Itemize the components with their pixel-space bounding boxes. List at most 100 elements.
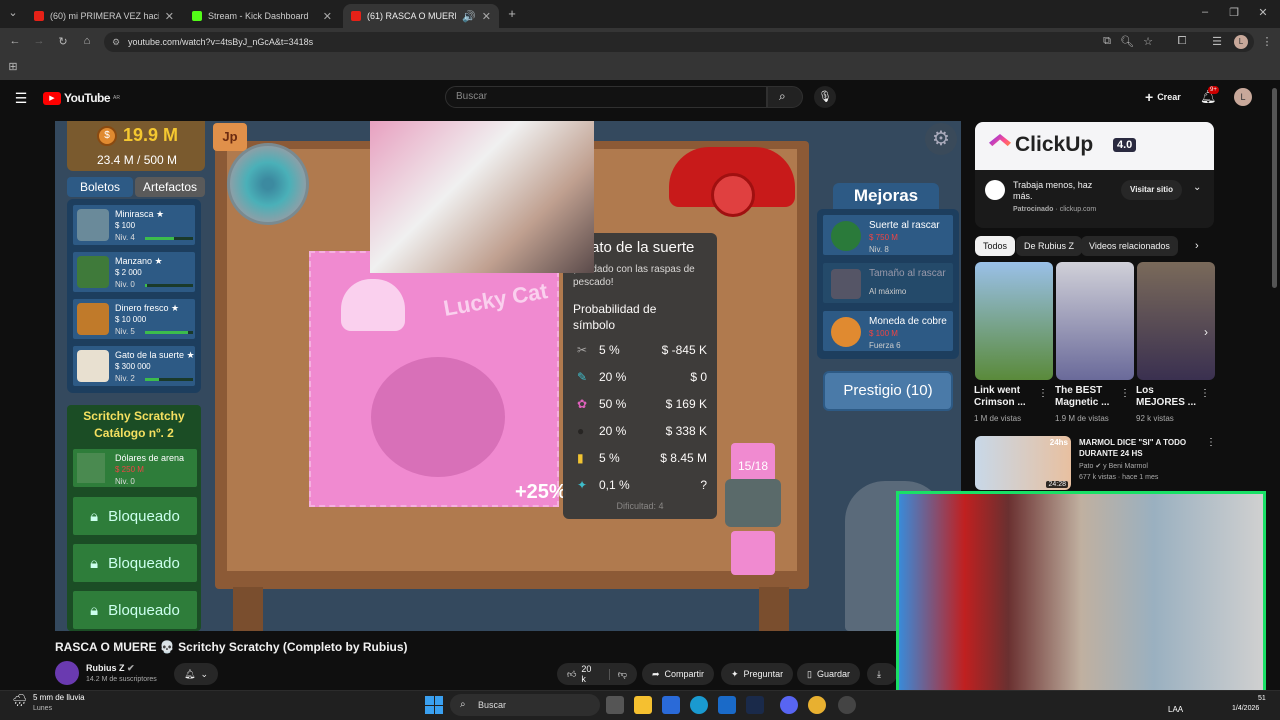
thumbs-down-icon[interactable]: 👎︎ [608, 668, 627, 680]
chevron-down-icon[interactable]: ⌄ [1193, 182, 1201, 193]
close-icon[interactable]: ✕ [323, 10, 332, 23]
like-button[interactable]: 👍︎ 20 k 👎︎ [557, 663, 637, 685]
steam-icon[interactable] [746, 696, 764, 714]
audio-icon[interactable]: 🔊 [462, 10, 476, 23]
notifications-button[interactable]: 🔔︎ 9+ [1200, 86, 1219, 105]
shop-item-manzano[interactable]: Manzano ★ $ 2 000 Niv. 0 [71, 250, 197, 294]
ask-button[interactable]: ✦ Preguntar [721, 663, 794, 685]
window-close-icon[interactable]: ✕ [1254, 6, 1272, 19]
rec-title[interactable]: The BEST Magnetic ... [1055, 385, 1119, 409]
app-icon[interactable] [838, 696, 856, 714]
menu-dots-icon[interactable]: ⋮ [1258, 35, 1276, 48]
edge-icon[interactable] [690, 696, 708, 714]
tab-list-icon[interactable]: ☰ [1208, 35, 1226, 48]
language-indicator[interactable]: LAA [1168, 705, 1183, 714]
close-icon[interactable]: ✕ [165, 10, 174, 23]
gear-icon[interactable]: ⚙ [925, 123, 957, 155]
locked-slot[interactable]: 🔒︎ Bloqueado [71, 589, 199, 631]
upgrade-tamano[interactable]: Tamaño al rascar Al máximo [821, 261, 955, 305]
hamburger-menu-icon[interactable]: ☰ [12, 90, 30, 107]
shop-item-dinero-fresco[interactable]: Dinero fresco ★ $ 10 000 Niv. 5 [71, 297, 197, 341]
upgrade-moneda[interactable]: Moneda de cobre $ 100 M Fuerza 6 [821, 309, 955, 353]
close-icon[interactable]: ✕ [482, 10, 491, 23]
scratch-area[interactable] [371, 357, 505, 477]
maximize-icon[interactable]: ❐ [1225, 6, 1243, 19]
download-button[interactable]: ⤓ [867, 663, 897, 685]
next-card[interactable] [731, 531, 775, 575]
chevron-right-icon[interactable]: › [1195, 240, 1199, 252]
prestige-button[interactable]: Prestigio (10) [823, 371, 953, 411]
more-icon[interactable]: ⋮ [1120, 388, 1130, 399]
profile-avatar[interactable]: L [1234, 35, 1248, 49]
channel-name-row[interactable]: Rubius Z ✔ [86, 663, 135, 674]
shop-item-gato-de-la-suerte[interactable]: Gato de la suerte ★ $ 300 000 Niv. 2 [71, 344, 197, 388]
ms-store-icon[interactable] [662, 696, 680, 714]
task-view-icon[interactable] [606, 696, 624, 714]
share-button[interactable]: ➦ Compartir [642, 663, 715, 685]
tab-artifacts[interactable]: Artefactos [135, 177, 205, 197]
extensions-icon[interactable]: ⧠ [1173, 35, 1191, 48]
address-bar[interactable]: ⚙ youtube.com/watch?v=4tsByJ_nGcA&t=3418… [104, 32, 1254, 52]
chip-all[interactable]: Todos [975, 236, 1016, 256]
browser-tab-2[interactable]: Stream - Kick Dashboard ✕ [184, 4, 340, 28]
home-icon[interactable]: ⌂ [78, 35, 96, 47]
save-button[interactable]: ▯ Guardar [797, 663, 860, 685]
file-explorer-icon[interactable] [634, 696, 652, 714]
voice-search-button[interactable]: 🎙︎ [814, 86, 836, 108]
rec-title[interactable]: Los MEJORES ... [1136, 385, 1200, 409]
more-icon[interactable]: ⋮ [1038, 388, 1048, 399]
tab-search-icon[interactable]: ⌄ [4, 6, 22, 19]
page-scrollbar[interactable] [1272, 88, 1277, 288]
weather-icon[interactable]: 🌧︎ [12, 693, 27, 707]
tab-tickets[interactable]: Boletos [67, 177, 133, 197]
chip-from-channel[interactable]: De Rubius Z [1016, 236, 1083, 256]
account-avatar[interactable]: L [1234, 88, 1252, 106]
discord-icon[interactable] [780, 696, 798, 714]
locked-slot[interactable]: 🔒︎ Bloqueado [71, 542, 199, 584]
chrome-icon[interactable] [808, 696, 826, 714]
search-input[interactable]: Buscar [445, 86, 767, 108]
subscribe-bell-button[interactable]: 🔔︎ ⌄ [174, 663, 218, 685]
ad-banner[interactable]: ClickUp 4.0 [975, 122, 1214, 170]
zoom-icon[interactable]: 🔍︎ [1118, 35, 1136, 48]
rec-wide-title[interactable]: MARMOL DICE "SI" A TODO DURANTE 24 HS [1079, 437, 1199, 459]
minimize-icon[interactable]: – [1196, 6, 1214, 18]
chevron-right-icon[interactable]: › [1204, 325, 1208, 339]
clock-time[interactable]: 51 [1258, 695, 1266, 702]
reload-icon[interactable]: ↻ [54, 35, 72, 48]
back-icon[interactable]: ← [6, 35, 24, 47]
clock-date[interactable]: 1/4/2026 [1232, 705, 1259, 712]
site-info-icon[interactable]: ⚙ [112, 32, 120, 52]
mail-icon[interactable] [718, 696, 736, 714]
rec-wide-thumbnail[interactable]: 24hs 24:28 [975, 436, 1071, 490]
fan-icon[interactable] [227, 143, 309, 225]
forward-icon[interactable]: → [30, 35, 48, 47]
rec-thumbnail[interactable] [975, 262, 1053, 380]
weather-text[interactable]: 5 mm de lluvia [33, 693, 85, 702]
shop-item-minirasca[interactable]: Minirasca ★ $ 100 Niv. 4 [71, 203, 197, 247]
more-icon[interactable]: ⋮ [1206, 437, 1216, 448]
install-icon[interactable]: ⧉ [1098, 35, 1116, 48]
search-button[interactable]: ⌕ [767, 86, 803, 108]
upgrade-suerte[interactable]: Suerte al rascar $ 750 M Niv. 8 [821, 213, 955, 257]
chip-related[interactable]: Videos relacionados [1081, 236, 1178, 256]
browser-tab-3[interactable]: (61) RASCA O MUERE 💀 S 🔊 ✕ [343, 4, 499, 28]
rec-thumbnail[interactable] [1056, 262, 1134, 380]
create-button[interactable]: + Crear [1139, 86, 1187, 108]
windows-start-icon[interactable] [425, 696, 443, 714]
more-icon[interactable]: ⋮ [1200, 388, 1210, 399]
browser-tab-1[interactable]: (60) mi PRIMERA VEZ haciendo ✕ [26, 4, 182, 28]
rec-wide-channel[interactable]: Pato ✔ y Beni Marmol [1079, 462, 1148, 470]
new-tab-icon[interactable]: + [503, 6, 521, 21]
youtube-logo[interactable]: ▶ YouTube AR [43, 91, 120, 105]
robot-icon[interactable] [725, 479, 781, 527]
locked-slot[interactable]: 🔒︎ Bloqueado [71, 495, 199, 537]
rec-title[interactable]: Link went Crimson ... [974, 385, 1038, 409]
taskbar-search[interactable]: ⌕ Buscar [450, 694, 600, 716]
scratch-card[interactable]: Lucky Cat [309, 251, 559, 507]
catalog-item[interactable]: Dólares de arena $ 250 M Niv. 0 [71, 447, 199, 489]
channel-avatar[interactable] [55, 661, 79, 685]
bookmark-star-icon[interactable]: ☆ [1139, 35, 1157, 48]
jackpot-icon[interactable]: Jp [213, 123, 247, 151]
apps-grid-icon[interactable]: ⊞ [4, 60, 22, 73]
